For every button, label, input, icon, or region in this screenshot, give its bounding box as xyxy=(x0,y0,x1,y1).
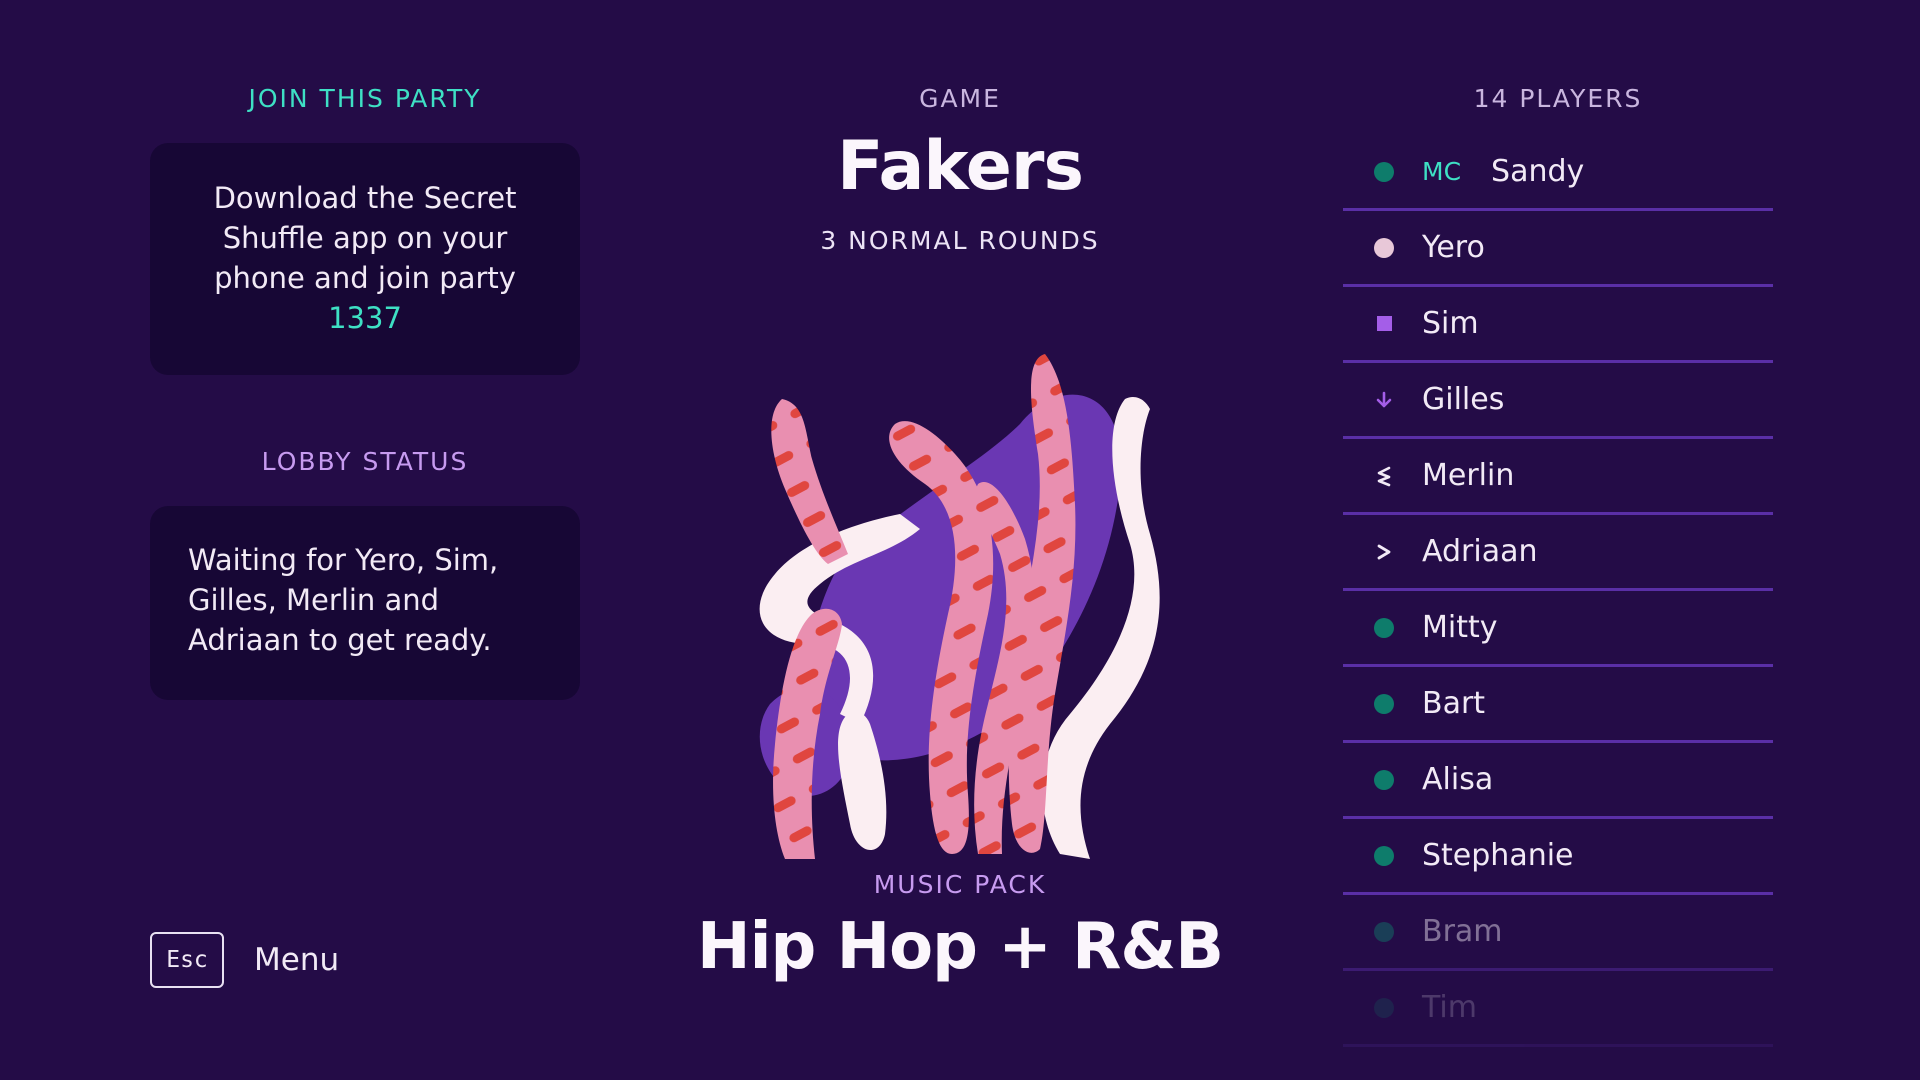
player-row: Adriaan xyxy=(1343,515,1773,591)
player-row: Tim xyxy=(1343,971,1773,1047)
ready-dot-icon xyxy=(1373,921,1395,943)
join-instructions-text: Download the Secret Shuffle app on your … xyxy=(213,181,517,295)
arrow-down-icon xyxy=(1373,389,1395,411)
left-column: JOIN THIS PARTY Download the Secret Shuf… xyxy=(150,84,580,700)
ready-dot-icon xyxy=(1373,845,1395,867)
center-column: GAME Fakers 3 NORMAL ROUNDS MUSIC PACK H… xyxy=(660,84,1260,984)
player-name: Merlin xyxy=(1422,458,1515,493)
lobby-screen: JOIN THIS PARTY Download the Secret Shuf… xyxy=(0,0,1920,1080)
game-heading: GAME xyxy=(919,84,1001,113)
player-row: Bram xyxy=(1343,895,1773,971)
player-name: Sandy xyxy=(1491,154,1585,189)
player-row: Stephanie xyxy=(1343,819,1773,895)
square-icon xyxy=(1373,313,1395,335)
player-row: MC Sandy xyxy=(1343,135,1773,211)
player-row: Sim xyxy=(1343,287,1773,363)
music-pack-artwork xyxy=(759,354,1160,859)
ready-dot-icon xyxy=(1373,617,1395,639)
join-heading: JOIN THIS PARTY xyxy=(248,84,482,113)
music-pack-title: Hip Hop + R&B xyxy=(697,910,1224,984)
game-title: Fakers xyxy=(837,127,1084,206)
player-name: Alisa xyxy=(1422,762,1494,797)
player-row: Merlin xyxy=(1343,439,1773,515)
player-name: Mitty xyxy=(1422,610,1498,645)
player-name: Tim xyxy=(1422,990,1477,1025)
not-ready-dot-icon xyxy=(1373,237,1395,259)
ready-dot-icon xyxy=(1373,769,1395,791)
player-name: Yero xyxy=(1422,230,1485,265)
rounds-label: 3 NORMAL ROUNDS xyxy=(820,226,1100,255)
menu-shortcut[interactable]: Esc Menu xyxy=(150,932,339,988)
esc-key-button[interactable]: Esc xyxy=(150,932,224,988)
player-row: Mitty xyxy=(1343,591,1773,667)
player-row: Alisa xyxy=(1343,743,1773,819)
right-column: 14 PLAYERS MC Sandy Yero Sim Gilles Merl… xyxy=(1343,84,1773,1063)
ready-dot-icon xyxy=(1373,997,1395,1019)
player-row: Bart xyxy=(1343,667,1773,743)
player-row: Gilles xyxy=(1343,363,1773,439)
player-name: Sim xyxy=(1422,306,1479,341)
player-name: Stephanie xyxy=(1422,838,1574,873)
player-name: Bart xyxy=(1422,686,1486,721)
player-name: Gilles xyxy=(1422,382,1505,417)
ready-dot-icon xyxy=(1373,161,1395,183)
music-pack-heading: MUSIC PACK xyxy=(873,870,1047,899)
player-name: Bram xyxy=(1422,914,1503,949)
greater-than-icon xyxy=(1373,541,1395,563)
player-name: Adriaan xyxy=(1422,534,1538,569)
lobby-status-card: Waiting for Yero, Sim, Gilles, Merlin an… xyxy=(150,506,580,700)
menu-label[interactable]: Menu xyxy=(254,942,339,978)
party-code: 1337 xyxy=(328,301,402,335)
ready-dot-icon xyxy=(1373,693,1395,715)
join-instructions-card: Download the Secret Shuffle app on your … xyxy=(150,143,580,375)
less-than-icon xyxy=(1373,465,1395,487)
players-heading: 14 PLAYERS xyxy=(1473,84,1643,113)
lobby-status-heading: LOBBY STATUS xyxy=(261,447,469,476)
player-row: Yero xyxy=(1343,211,1773,287)
player-list: MC Sandy Yero Sim Gilles Merlin Adriaan … xyxy=(1343,135,1773,1047)
lobby-status-text: Waiting for Yero, Sim, Gilles, Merlin an… xyxy=(188,543,499,657)
mc-badge: MC xyxy=(1422,157,1462,186)
